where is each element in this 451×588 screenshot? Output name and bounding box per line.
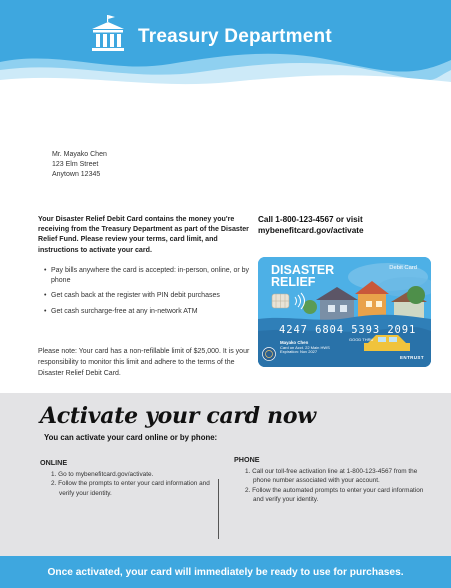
online-steps: 1. Go to mybenefitcard.gov/activate. 2. … — [40, 470, 210, 498]
card-good-thru: GOOD THRU — [349, 337, 374, 342]
header: Treasury Department — [0, 0, 451, 92]
header-title: Treasury Department — [138, 25, 332, 47]
list-item: Get cash back at the register with PIN d… — [44, 291, 254, 301]
card-type: Debit Card — [389, 265, 417, 271]
activation-panel: Activate your card now You can activate … — [0, 393, 451, 556]
card-number: 4247 6804 5393 2091 — [279, 324, 417, 336]
online-heading: ONLINE — [40, 458, 68, 467]
card-title: DISASTER RELIEF — [271, 263, 335, 289]
activation-title: Activate your card now — [40, 403, 316, 429]
activation-cta: Call 1-800-123-4567 or visit mybenefitca… — [258, 215, 364, 235]
limit-note: Please note: Your card has a non-refilla… — [38, 348, 250, 377]
bottom-banner: Once activated, your card will immediate… — [0, 556, 451, 588]
list-item: Pay bills anywhere the card is accepted:… — [44, 266, 254, 286]
list-item: 1. Call our toll-free activation line at… — [245, 468, 418, 485]
debit-card-image: DISASTER RELIEF Debit Card 4247 6804 539… — [258, 257, 431, 367]
list-item: Get cash surcharge-free at any in-networ… — [44, 307, 254, 317]
phone-steps: 1. Call our toll-free activation line at… — [234, 467, 434, 505]
card-holder-line: Expiration: Nov 2027 — [280, 349, 318, 355]
banner-text: Once activated, your card will immediate… — [47, 566, 404, 578]
intro-paragraph: Your Disaster Relief Debit Card contains… — [38, 215, 249, 254]
list-item: 2. Follow the automated prompts to enter… — [245, 486, 424, 504]
phone-heading: PHONE — [234, 455, 260, 464]
phone-instructions: PHONE 1. Call our toll-free activation l… — [234, 455, 434, 505]
brand: Treasury Department — [88, 14, 332, 59]
card-holder: Mayako Chen Card on Acct. 22 Main HWS Ex… — [280, 340, 330, 355]
recipient-street: 123 Elm Street — [52, 161, 99, 168]
recipient-name: Mr. Mayako Chen — [52, 151, 107, 158]
government-building-icon — [88, 14, 128, 59]
list-item: 1. Go to mybenefitcard.gov/activate. — [51, 471, 154, 478]
recipient-address: Mr. Mayako Chen 123 Elm Street Anytown 1… — [52, 150, 107, 180]
benefit-list: Pay bills anywhere the card is accepted:… — [44, 266, 254, 322]
recipient-city: Anytown 12345 — [52, 171, 101, 178]
online-instructions: ONLINE 1. Go to mybenefitcard.gov/activa… — [40, 458, 210, 498]
column-divider — [218, 479, 219, 539]
issuer-logo: ENTRUST — [399, 355, 424, 360]
activation-subtitle: You can activate your card online or by … — [44, 433, 218, 442]
list-item: 2. Follow the prompts to enter your card… — [51, 480, 210, 497]
